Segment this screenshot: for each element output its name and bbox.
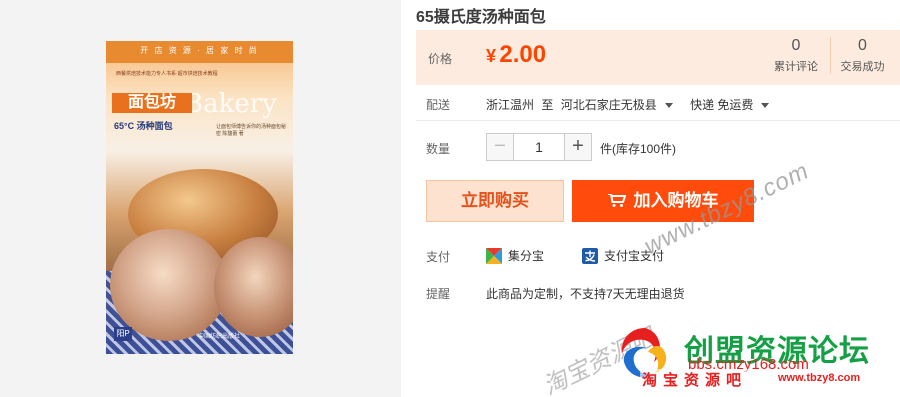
quantity-label: 数量 — [426, 142, 451, 156]
shipping-destination-select[interactable]: 河北石家庄无极县 — [561, 98, 683, 112]
cover-blurb: 西餐烘焙技术能力专人书系·超市烘焙技术教程 — [116, 71, 218, 77]
cover-title: 面包坊 — [112, 93, 192, 113]
forum-slogan-url: www.tbzy8.com — [778, 372, 861, 384]
publisher-name: 中国纺织出版社 — [198, 334, 241, 340]
quantity-decrease-button[interactable]: − — [486, 133, 514, 161]
product-main-image[interactable]: 开 店 资 源 · 居 家 时 尚 西餐烘焙技术能力专人书系·超市烘焙技术教程 … — [106, 41, 293, 354]
payment-method-jifenbao-label: 集分宝 — [508, 249, 545, 263]
publisher-logo: 阳P — [114, 327, 132, 341]
price-label: 价格 — [428, 52, 453, 66]
shipping-to-word: 至 — [541, 98, 554, 112]
cover-title-en: Bakery — [184, 89, 277, 119]
chevron-down-icon — [761, 102, 770, 108]
quantity-increase-button[interactable]: + — [564, 133, 592, 161]
forum-slogan: 淘宝资源吧 — [642, 372, 748, 389]
product-gallery: 开 店 资 源 · 居 家 时 尚 西餐烘焙技术能力专人书系·超市烘焙技术教程 … — [0, 0, 401, 397]
stat-reviews-count: 0 — [791, 37, 801, 54]
stat-reviews-label: 累计评论 — [774, 61, 818, 73]
stat-sales[interactable]: 0 交易成功 — [830, 37, 894, 74]
shipping-info: 浙江温州 至 河北石家庄无极县 快递 免运费 — [486, 96, 783, 113]
price-panel: 价格 ¥ 2.00 0 累计评论 0 交易成功 — [416, 30, 900, 85]
cover-subtitle: 65°C 汤种面包 — [114, 121, 173, 131]
shipping-label: 配送 — [426, 98, 451, 112]
price-value: ¥ 2.00 — [486, 41, 546, 69]
reminder-text: 此商品为定制，不支持7天无理由退货 — [486, 287, 685, 301]
jifenbao-icon — [486, 248, 502, 264]
price-amount: 2.00 — [499, 41, 547, 68]
cover-author: 让面包师傅告诉你的汤种面包秘密 陈馥蕾 著 — [216, 124, 287, 137]
alipay-icon — [582, 248, 598, 264]
cover-top-banner-text: 开 店 资 源 · 居 家 时 尚 — [140, 46, 259, 55]
stat-sales-label: 交易成功 — [840, 61, 885, 73]
shipping-from: 浙江温州 — [486, 98, 535, 112]
quantity-stepper: − 1 + — [486, 133, 592, 161]
chevron-down-icon — [664, 102, 673, 108]
price-currency: ¥ — [486, 46, 497, 66]
quantity-input[interactable]: 1 — [514, 133, 564, 161]
reminder-label: 提醒 — [426, 287, 451, 301]
shipping-method: 快递 免运费 — [690, 98, 754, 112]
stat-sales-count: 0 — [858, 37, 867, 54]
stock-info: 件(库存100件) — [600, 142, 677, 156]
shipping-destination: 河北石家庄无极县 — [560, 98, 657, 112]
product-title: 65摄氏度汤种面包 — [416, 9, 546, 26]
stat-reviews[interactable]: 0 累计评论 — [764, 37, 828, 74]
buy-now-button[interactable]: 立即购买 — [426, 180, 564, 222]
shipping-method-select[interactable]: 快递 免运费 — [690, 98, 779, 112]
section-divider — [416, 120, 900, 121]
shopping-cart-icon — [607, 194, 626, 207]
payment-label: 支付 — [426, 250, 451, 264]
cover-bread-2 — [110, 229, 228, 341]
payment-method-jifenbao[interactable]: 集分宝 — [486, 247, 544, 264]
